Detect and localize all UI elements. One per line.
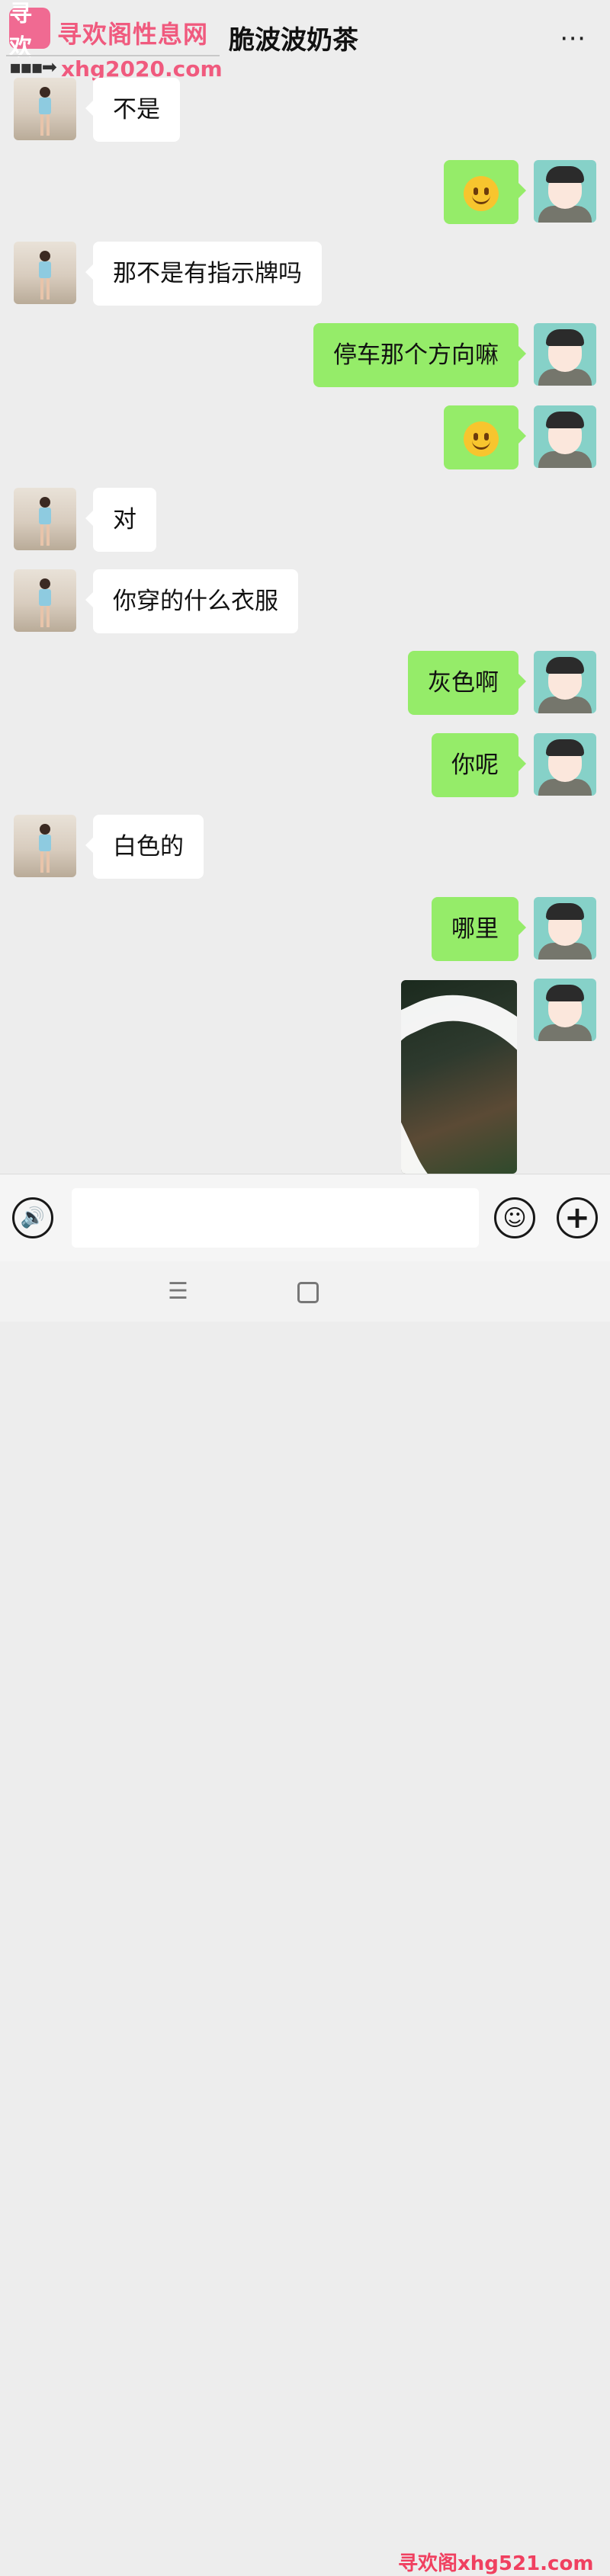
self-avatar[interactable] (534, 897, 596, 960)
message-row: 你呢 (0, 733, 610, 802)
message-row (0, 405, 610, 474)
message-bubble[interactable]: 灰色啊 (408, 651, 526, 715)
message-bubble[interactable]: 你穿的什么衣服 (85, 569, 298, 633)
home-square-icon[interactable] (297, 1282, 319, 1303)
smile-emoji-icon (464, 175, 499, 211)
message-bubble[interactable]: 那不是有指示牌吗 (85, 242, 322, 306)
message-row: 停车那个方向嘛 (0, 323, 610, 392)
message-list[interactable]: 不是 那不是有指示牌吗 停车那个方向嘛 对 你穿的什么衣服 灰色啊 你呢 白色的 (0, 0, 610, 1174)
contact-avatar[interactable] (14, 78, 76, 140)
message-bubble[interactable] (444, 405, 526, 469)
contact-avatar[interactable] (14, 815, 76, 877)
self-avatar[interactable] (534, 160, 596, 223)
emoji-icon[interactable]: ☺ (494, 1197, 535, 1238)
contact-avatar[interactable] (14, 242, 76, 304)
scribble-overlay (401, 980, 517, 1174)
self-avatar[interactable] (534, 979, 596, 1041)
image-message[interactable] (401, 980, 517, 1174)
input-bar: 🔊 ☺ + (0, 1174, 610, 1261)
message-bubble[interactable]: 白色的 (85, 815, 204, 879)
self-avatar[interactable] (534, 651, 596, 713)
system-nav-bar: ☰ 寻欢阁xhg521.com (0, 1261, 610, 2575)
watermark-bottom: 寻欢阁xhg521.com (398, 2552, 594, 2575)
message-row: 你穿的什么衣服 (0, 569, 610, 638)
smile-emoji-icon (464, 421, 499, 457)
message-row: 对 (0, 488, 610, 556)
self-avatar[interactable] (534, 733, 596, 796)
message-row: 那不是有指示牌吗 (0, 242, 610, 310)
message-row: 白色的 (0, 815, 610, 883)
message-row (0, 979, 610, 1047)
self-avatar[interactable] (534, 405, 596, 468)
contact-avatar[interactable] (14, 569, 76, 632)
voice-icon[interactable]: 🔊 (12, 1197, 53, 1238)
message-bubble[interactable]: 不是 (85, 78, 180, 142)
menu-icon[interactable]: ☰ (168, 1278, 188, 1305)
message-row: 哪里 (0, 897, 610, 966)
message-bubble[interactable]: 你呢 (432, 733, 526, 797)
message-bubble[interactable] (444, 160, 526, 224)
plus-icon[interactable]: + (557, 1197, 598, 1238)
message-bubble[interactable]: 停车那个方向嘛 (313, 323, 526, 387)
self-avatar[interactable] (534, 323, 596, 386)
message-row: 灰色啊 (0, 651, 610, 719)
contact-avatar[interactable] (14, 488, 76, 550)
message-bubble[interactable]: 对 (85, 488, 156, 552)
message-input[interactable] (72, 1188, 479, 1248)
message-row: 不是 (0, 78, 610, 146)
message-row (0, 160, 610, 229)
message-bubble[interactable]: 哪里 (432, 897, 526, 961)
